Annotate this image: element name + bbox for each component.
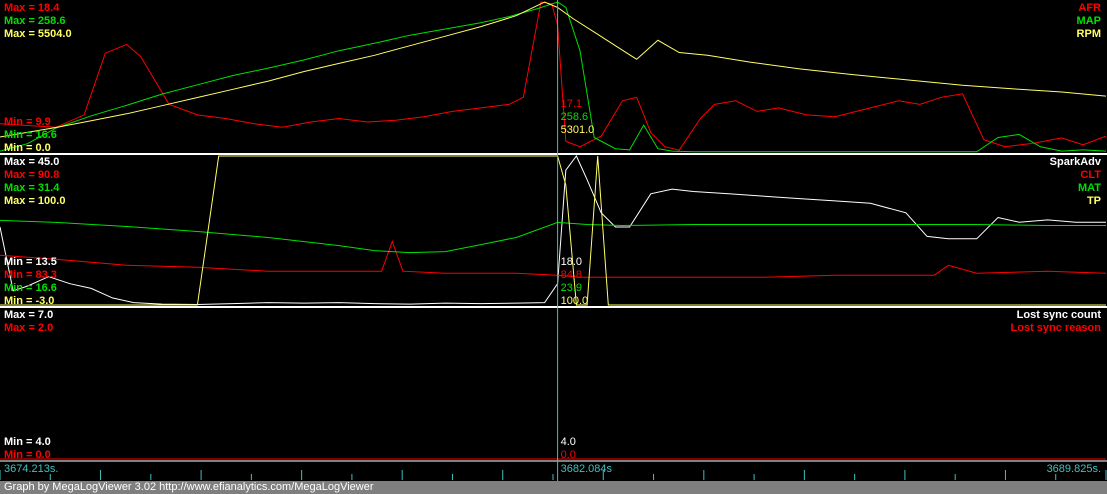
legend-entry: MAP bbox=[1077, 15, 1101, 27]
legend-entry: TP bbox=[1087, 195, 1101, 207]
panel-3: Max = 7.0Max = 2.0 Min = 4.0Min = 0.0 4.00… bbox=[0, 306, 1107, 461]
legend-entry: MAT bbox=[1078, 182, 1101, 194]
max-label: Max = 45.0 bbox=[4, 156, 59, 168]
legend-entry: SparkAdv bbox=[1050, 156, 1102, 168]
series-line-afr bbox=[0, 1, 1107, 151]
legend-entry: Lost sync reason bbox=[1011, 322, 1102, 334]
time-axis: 3674.213s. 3682.084s 3689.825s. bbox=[0, 460, 1107, 480]
max-label: Max = 5504.0 bbox=[4, 28, 72, 40]
series-line-clt bbox=[0, 239, 1107, 278]
app-footer: Graph by MegaLogViewer 3.02 http://www.e… bbox=[0, 481, 1107, 494]
axis-end-label: 3689.825s. bbox=[1047, 463, 1101, 475]
panel-2: Max = 45.0Max = 90.8Max = 31.4Max = 100.… bbox=[0, 153, 1107, 307]
legend-entry: RPM bbox=[1077, 28, 1101, 40]
cursor-value: 4.0 bbox=[561, 436, 576, 448]
max-label: Max = 258.6 bbox=[4, 15, 65, 27]
min-label: Min = 0.0 bbox=[4, 142, 51, 154]
axis-cursor-label: 3682.084s bbox=[561, 463, 613, 475]
max-label: Max = 100.0 bbox=[4, 195, 65, 207]
panel-1: Max = 18.4Max = 258.6Max = 5504.0 Min = 9… bbox=[0, 1, 1107, 154]
max-label: Max = 2.0 bbox=[4, 322, 53, 334]
cursor-value: 100.0 bbox=[561, 295, 589, 307]
max-label: Max = 31.4 bbox=[4, 182, 60, 194]
min-label: Min = 16.6 bbox=[4, 129, 57, 141]
axis-start-label: 3674.213s. bbox=[4, 463, 58, 475]
max-label: Max = 7.0 bbox=[4, 309, 53, 321]
cursor-value: 23.9 bbox=[561, 282, 582, 294]
cursor-value: 17.1 bbox=[561, 98, 582, 110]
min-label: Min = 16.6 bbox=[4, 282, 57, 294]
min-label: Min = 0.0 bbox=[4, 449, 51, 461]
min-label: Min = 83.3 bbox=[4, 269, 57, 281]
series-line-sparkadv bbox=[0, 155, 1106, 306]
cursor-value: 18.0 bbox=[561, 256, 582, 268]
min-label: Min = -3.0 bbox=[4, 295, 54, 307]
min-label: Min = 9.9 bbox=[4, 116, 51, 128]
max-label: Max = 18.4 bbox=[4, 2, 60, 14]
legend-entry: CLT bbox=[1080, 169, 1101, 181]
legend-entry: AFR bbox=[1078, 2, 1101, 14]
cursor-value: 258.6 bbox=[561, 111, 589, 123]
series-line-map bbox=[0, 1, 1107, 153]
cursor-value: 84.8 bbox=[561, 269, 582, 281]
min-label: Min = 13.5 bbox=[4, 256, 57, 268]
cursor-value: 0.0 bbox=[561, 449, 576, 461]
min-label: Min = 4.0 bbox=[4, 436, 51, 448]
max-label: Max = 90.8 bbox=[4, 169, 59, 181]
series-line-mat bbox=[0, 219, 1106, 254]
series-line-tp bbox=[0, 155, 1106, 306]
legend-entry: Lost sync count bbox=[1017, 309, 1102, 321]
log-graph[interactable]: Max = 18.4Max = 258.6Max = 5504.0 Min = 9… bbox=[0, 0, 1107, 494]
series-line-rpm bbox=[0, 1, 1107, 138]
cursor-value: 5301.0 bbox=[561, 124, 595, 136]
